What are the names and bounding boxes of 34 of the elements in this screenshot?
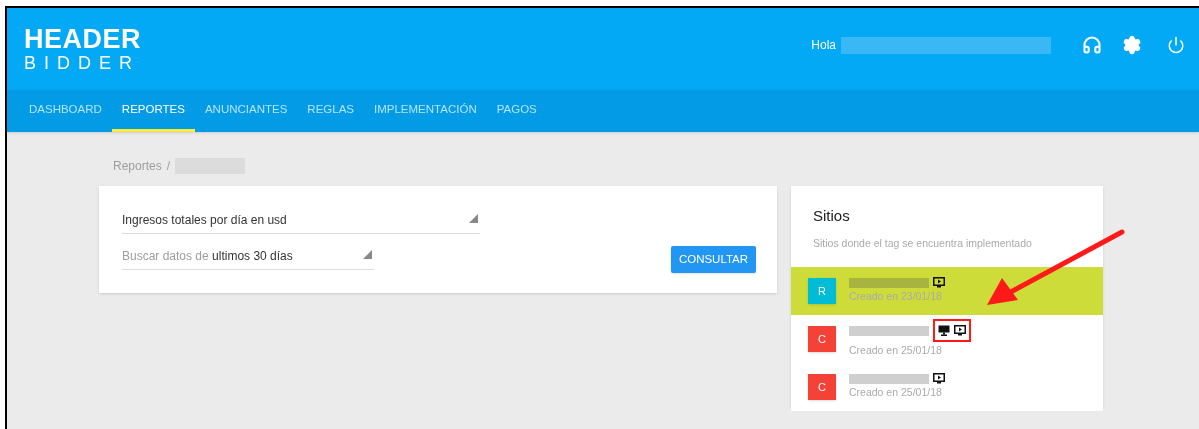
site-item[interactable]: C Creado en 25/01/18 (791, 363, 1103, 412)
dropdown-caret-icon (363, 250, 372, 259)
greeting: Hola (811, 37, 836, 54)
logo-title: HEADER (24, 26, 141, 53)
video-screen-icon (954, 325, 966, 337)
breadcrumb-separator: / (166, 158, 171, 175)
nav-tab[interactable]: REPORTES (111, 90, 195, 132)
sites-subtitle: Sitios donde el tag se encuentra implementado (812, 235, 1033, 251)
nav-tab[interactable]: IMPLEMENTACIÓN (364, 90, 487, 132)
metric-select[interactable]: Ingresos totales por día en usd (122, 211, 480, 234)
site-item[interactable]: R Creado en 23/01/18 (791, 267, 1103, 316)
breadcrumb-link[interactable]: Reportes (113, 157, 162, 175)
monitor-icon (938, 325, 950, 337)
site-item[interactable]: C Creado en 25/01/18 (791, 315, 1103, 364)
nav-tab[interactable]: ANUNCIANTES (194, 90, 298, 132)
site-avatar: C (808, 374, 836, 401)
video-screen-icon (933, 277, 945, 289)
sites-title: Sitios (812, 206, 851, 226)
logo-subtitle: BIDDER (24, 54, 141, 72)
support-headset-icon[interactable] (1082, 35, 1102, 55)
power-icon[interactable] (1167, 36, 1185, 54)
dropdown-caret-icon (469, 214, 478, 223)
nav-tab[interactable]: REGLAS (297, 90, 365, 132)
site-avatar: C (808, 326, 836, 353)
nav-tab[interactable]: DASHBOARD (19, 90, 112, 132)
site-created-date: Creado en 25/01/18 (849, 385, 943, 401)
settings-icon[interactable] (1122, 35, 1142, 55)
consultar-button[interactable]: CONSULTAR (671, 246, 756, 273)
site-created-date: Creado en 23/01/18 (849, 289, 943, 305)
video-screen-icon (933, 373, 945, 385)
range-select[interactable]: Buscar datos de ultimos 30 días (122, 247, 374, 270)
site-avatar: R (808, 278, 836, 305)
nav-tab[interactable]: PAGOS (486, 90, 547, 132)
site-created-date: Creado en 25/01/18 (849, 343, 943, 359)
